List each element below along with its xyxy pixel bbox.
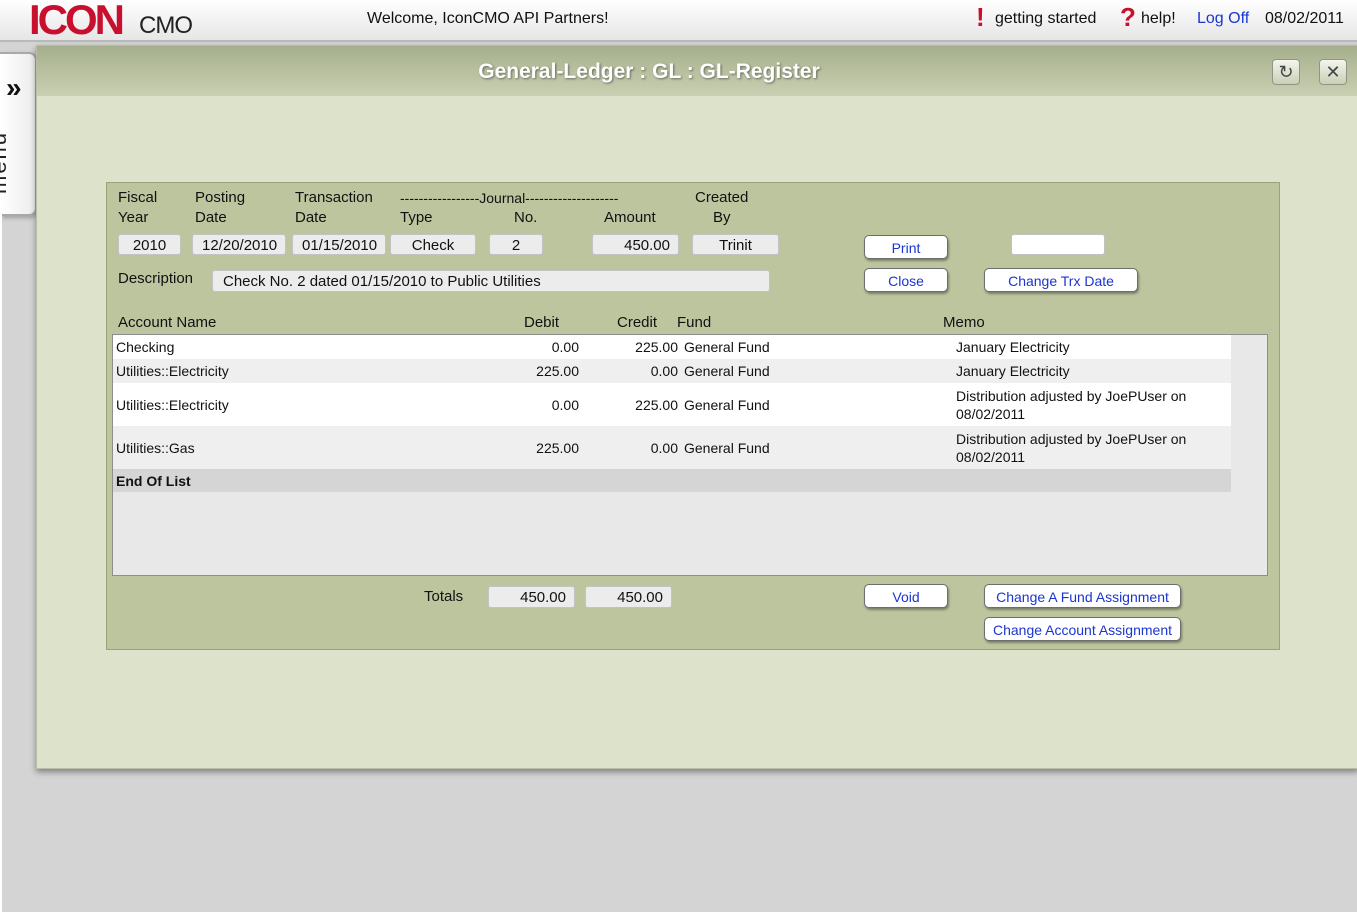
grid-scrollbar[interactable] [1233,335,1267,575]
log-off-link[interactable]: Log Off [1197,10,1249,28]
register-form: Fiscal Year Posting Date Transaction Dat… [106,182,1280,650]
close-window-icon[interactable]: ✕ [1319,59,1347,85]
ledger-grid[interactable]: Checking 0.00 225.00 General Fund Januar… [112,334,1268,576]
no-label: No. [514,209,538,226]
debit-cell: 225.00 [536,439,579,456]
debit-cell: 225.00 [536,363,579,379]
print-button[interactable]: Print [864,235,948,259]
totals-label: Totals [424,588,464,605]
header-date: 08/02/2011 [1265,10,1344,27]
debit-cell: 0.00 [551,339,579,355]
total-debit-field: 450.00 [488,586,575,608]
end-of-list-label: End Of List [116,472,191,489]
by-label: By [713,209,731,226]
description-label: Description [118,270,194,287]
logo-icon-text: ICON [29,0,125,43]
credit-cell: 0.00 [650,439,678,456]
getting-started-link[interactable]: getting started [995,10,1096,28]
void-button[interactable]: Void [864,584,948,608]
fund-cell: General Fund [684,439,770,456]
credit-cell: 225.00 [635,339,678,355]
debit-cell: 0.00 [551,396,579,413]
memo-cell: Distribution adjusted by JoePUser on 08/… [956,387,1187,422]
table-row[interactable]: Utilities::Electricity 0.00 225.00 Gener… [113,383,1231,426]
help-link[interactable]: help! [1141,10,1176,28]
created-by-field[interactable]: Trinit [692,234,779,255]
change-fund-assignment-button[interactable]: Change A Fund Assignment [984,584,1181,608]
fiscal-label: Fiscal [118,189,158,206]
menu-label: menu [0,130,11,194]
fund-cell: General Fund [684,396,770,413]
journal-no-field[interactable]: 2 [489,234,543,255]
amount-label: Amount [604,209,656,226]
expand-menu-icon[interactable]: » [6,74,22,102]
amount-field[interactable]: 450.00 [592,234,679,255]
posting-date-field[interactable]: 12/20/2010 [192,234,286,255]
memo-cell: January Electricity [956,339,1070,355]
window-title: General-Ledger : GL : GL-Register [478,60,820,83]
type-label: Type [400,209,433,226]
top-header-bar: ICON CMO Welcome, IconCMO API Partners! … [0,0,1357,42]
side-menu-tab[interactable]: » menu [0,52,37,216]
exclamation-icon: ! [976,2,985,32]
journal-label: -----------------Journal----------------… [400,190,619,206]
logo-cmo-text: CMO [139,12,193,39]
blank-input-field[interactable] [1011,234,1105,255]
fiscal-year-field[interactable]: 2010 [118,234,181,255]
credit-header: Credit [617,314,658,331]
type-field[interactable]: Check [390,234,476,255]
gl-register-window: General-Ledger : GL : GL-Register ↻ ✕ Fi… [36,45,1357,769]
memo-header: Memo [943,314,985,331]
total-credit-field: 450.00 [585,586,672,608]
refresh-icon[interactable]: ↻ [1272,59,1300,85]
table-row[interactable]: Utilities::Gas 225.00 0.00 General Fund … [113,426,1231,469]
fund-cell: General Fund [684,339,770,355]
fund-header: Fund [677,314,712,331]
close-button[interactable]: Close [864,268,948,292]
end-of-list-row: End Of List [113,469,1231,492]
account-cell: Utilities::Gas [116,439,195,456]
transaction-label: Transaction [295,189,373,206]
memo-cell: Distribution adjusted by JoePUser on 08/… [956,430,1187,465]
fund-cell: General Fund [684,363,770,379]
account-name-header: Account Name [118,314,217,331]
change-trx-date-button[interactable]: Change Trx Date [984,268,1138,292]
table-row[interactable]: Utilities::Electricity 225.00 0.00 Gener… [113,359,1231,383]
question-mark-icon: ? [1120,2,1136,32]
left-divider [0,212,2,912]
posting-label: Posting [195,189,246,206]
credit-cell: 0.00 [650,363,678,379]
memo-cell: January Electricity [956,363,1070,379]
account-cell: Utilities::Electricity [116,363,229,379]
year-label: Year [118,209,149,226]
posting-date-label: Date [195,209,227,226]
account-cell: Utilities::Electricity [116,396,229,413]
window-header: General-Ledger : GL : GL-Register ↻ ✕ [37,46,1357,96]
debit-header: Debit [524,314,560,331]
change-account-assignment-button[interactable]: Change Account Assignment [984,617,1181,641]
credit-cell: 225.00 [635,396,678,413]
account-cell: Checking [116,339,175,355]
created-label: Created [695,189,749,206]
description-field[interactable]: Check No. 2 dated 01/15/2010 to Public U… [212,270,770,292]
welcome-message: Welcome, IconCMO API Partners! [367,10,609,27]
table-row[interactable]: Checking 0.00 225.00 General Fund Januar… [113,335,1231,359]
transaction-date-label: Date [295,209,327,226]
transaction-date-field[interactable]: 01/15/2010 [292,234,386,255]
